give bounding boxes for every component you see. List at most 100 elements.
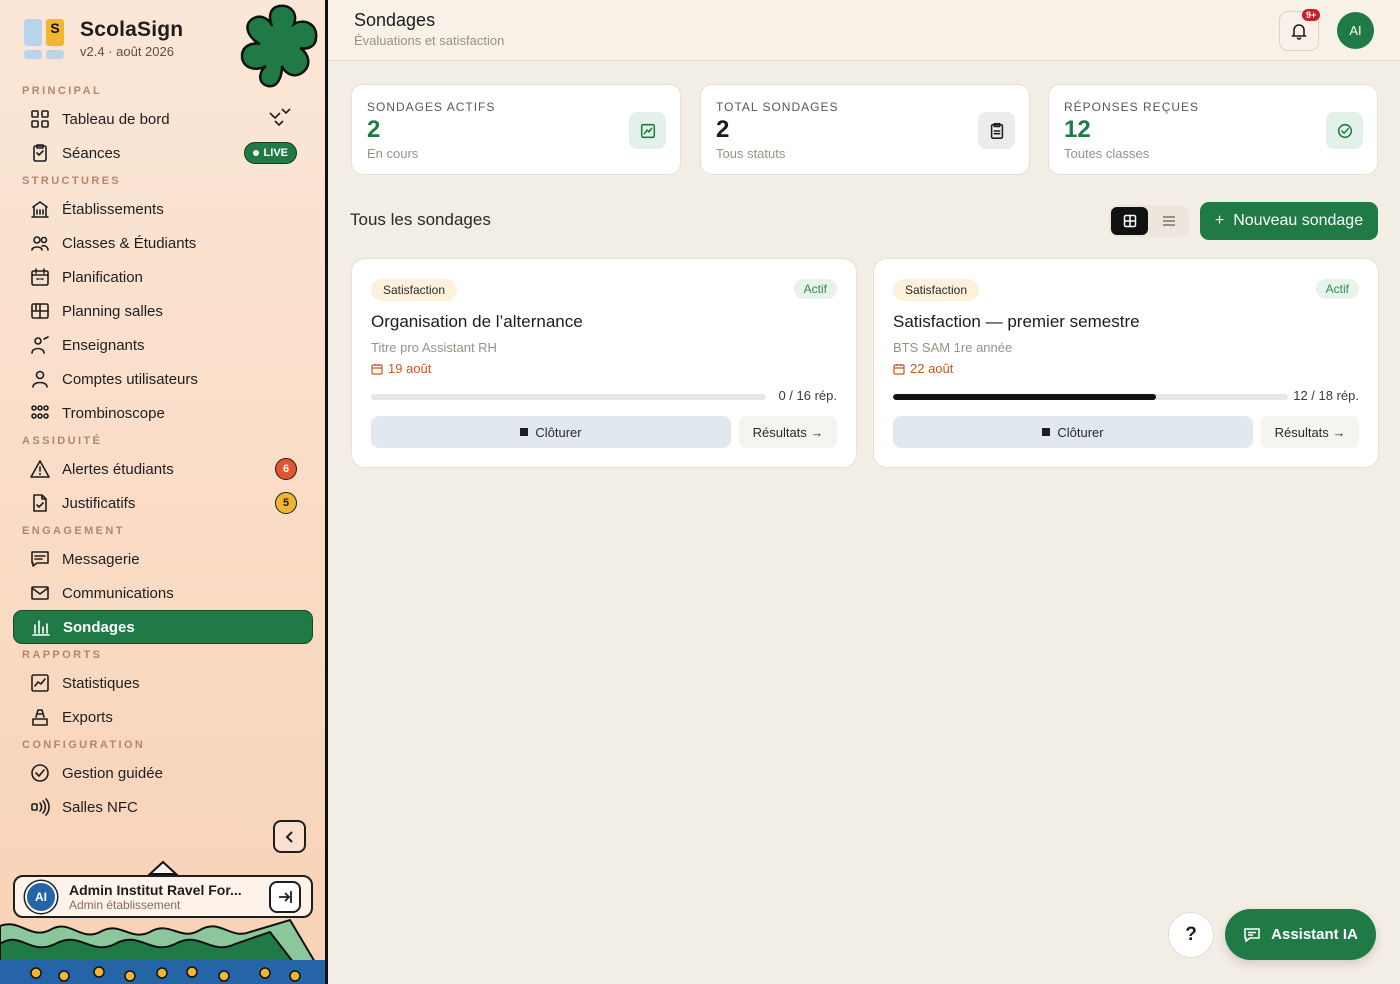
sidebar-item-user[interactable]: Comptes utilisateurs bbox=[13, 362, 313, 396]
sidebar-item-mail[interactable]: Communications bbox=[13, 576, 313, 610]
nav-section-heading: PRINCIPAL bbox=[22, 85, 103, 97]
status-badge: Actif bbox=[1315, 279, 1359, 299]
sidebar-item-label: Alertes étudiants bbox=[62, 460, 174, 478]
sidebar-item-label: Comptes utilisateurs bbox=[62, 370, 198, 388]
results-button[interactable]: Résultats → bbox=[739, 416, 837, 448]
dashboard-icon bbox=[30, 109, 50, 129]
logo-mark-icon: S bbox=[24, 18, 64, 59]
new-survey-label: Nouveau sondage bbox=[1233, 212, 1364, 229]
chart-icon bbox=[629, 112, 666, 149]
sidebar-item-export[interactable]: Exports bbox=[13, 700, 313, 734]
new-survey-button[interactable]: + Nouveau sondage bbox=[1200, 202, 1378, 240]
user-name: Admin Institut Ravel For... bbox=[69, 881, 242, 898]
live-badge: LIVE bbox=[243, 142, 297, 164]
logout-button[interactable] bbox=[269, 880, 301, 913]
surveys-section-title: Tous les sondages bbox=[350, 210, 491, 229]
calendar-icon bbox=[30, 267, 50, 287]
stat-title: TOTAL SONDAGES bbox=[716, 100, 839, 114]
sidebar-item-chart[interactable]: Statistiques bbox=[13, 666, 313, 700]
user-role: Admin établissement bbox=[69, 897, 181, 912]
sidebar-item-calendar[interactable]: Planification bbox=[13, 260, 313, 294]
teacher-icon bbox=[30, 335, 50, 355]
notification-badge: 9+ bbox=[1302, 9, 1321, 21]
sidebar-item-label: Tableau de bord bbox=[62, 110, 170, 128]
faces-icon bbox=[31, 405, 49, 419]
message-icon bbox=[30, 549, 50, 569]
survey-class: Titre pro Assistant RH bbox=[371, 340, 497, 355]
close-survey-button[interactable]: Clôturer bbox=[893, 416, 1253, 448]
response-count: 12 / 18 rép. bbox=[1293, 388, 1359, 403]
check-circle-icon bbox=[31, 764, 49, 782]
sidebar-item-label: Planning salles bbox=[62, 302, 163, 320]
sidebar-item-label: Justificatifs bbox=[62, 494, 136, 512]
close-survey-label: Clôturer bbox=[1057, 424, 1104, 440]
calendar-icon bbox=[31, 268, 49, 286]
sidebar: S ScolaSign v2.4 · août 2026 PRINCIPAL Ta… bbox=[0, 0, 328, 984]
building-icon bbox=[30, 199, 50, 219]
sidebar-item-faces[interactable]: Trombinoscope bbox=[13, 396, 313, 430]
header-avatar[interactable]: AI bbox=[1337, 12, 1374, 49]
export-icon bbox=[30, 707, 50, 727]
sidebar-item-label: Messagerie bbox=[62, 550, 140, 568]
brand-name: ScolaSign bbox=[80, 18, 184, 41]
list-view-button[interactable] bbox=[1150, 207, 1187, 235]
sidebar-item-dashboard[interactable]: Tableau de bord bbox=[13, 102, 313, 136]
file-check-icon bbox=[30, 493, 50, 513]
warning-icon bbox=[30, 459, 50, 479]
user-card[interactable]: AI Admin Institut Ravel For... Admin éta… bbox=[13, 875, 313, 918]
status-badge: Actif bbox=[793, 279, 837, 299]
survey-card[interactable]: Satisfaction Actif Satisfaction — premier … bbox=[873, 258, 1379, 468]
chart-icon bbox=[30, 673, 50, 693]
close-survey-label: Clôturer bbox=[535, 424, 582, 440]
chevron-double-down-icon[interactable] bbox=[267, 108, 291, 129]
survey-class: BTS SAM 1re année bbox=[893, 340, 1013, 355]
stat-value: 2 bbox=[367, 116, 381, 143]
sidebar-item-grid[interactable]: Planning salles bbox=[13, 294, 313, 328]
stat-subtitle: Toutes classes bbox=[1064, 146, 1150, 161]
warning-icon bbox=[30, 460, 50, 478]
sidebar-item-message[interactable]: Messagerie bbox=[13, 542, 313, 576]
assistant-button[interactable]: Assistant IA bbox=[1225, 909, 1376, 960]
sidebar-item-check-circle[interactable]: Gestion guidée bbox=[13, 756, 313, 790]
grid-view-button[interactable] bbox=[1111, 207, 1148, 235]
users-icon bbox=[31, 236, 49, 251]
sidebar-item-users[interactable]: Classes & Étudiants bbox=[13, 226, 313, 260]
brand-logo[interactable]: S ScolaSign v2.4 · août 2026 bbox=[24, 18, 183, 59]
dashboard-icon bbox=[31, 110, 49, 128]
close-survey-button[interactable]: Clôturer bbox=[371, 416, 731, 448]
sidebar-item-nfc[interactable]: Salles NFC bbox=[13, 790, 313, 824]
collapse-sidebar-button[interactable] bbox=[273, 820, 306, 853]
sidebar-item-label: Enseignants bbox=[62, 336, 145, 354]
stat-subtitle: Tous statuts bbox=[716, 146, 786, 161]
stat-title: SONDAGES ACTIFS bbox=[367, 100, 496, 114]
sidebar-item-poll[interactable]: Sondages bbox=[13, 610, 313, 644]
building-icon bbox=[31, 201, 49, 218]
clipboard-icon bbox=[978, 112, 1015, 149]
grid-icon bbox=[31, 303, 49, 319]
chevron-left-icon bbox=[285, 830, 293, 843]
survey-title: Satisfaction — premier semestre bbox=[893, 312, 1140, 331]
progress-fill bbox=[893, 394, 1157, 400]
mail-icon bbox=[30, 583, 50, 603]
survey-date-label: 22 août bbox=[910, 361, 954, 376]
sidebar-item-file-check[interactable]: Justificatifs 5 bbox=[13, 486, 313, 520]
help-button[interactable]: ? bbox=[1168, 912, 1214, 958]
faces-icon bbox=[30, 403, 50, 423]
sidebar-item-teacher[interactable]: Enseignants bbox=[13, 328, 313, 362]
clipboard-icon bbox=[33, 144, 47, 162]
grid-icon bbox=[30, 301, 50, 321]
survey-date-label: 19 août bbox=[388, 361, 432, 376]
stat-card: SONDAGES ACTIFS 2 En cours bbox=[351, 84, 681, 175]
results-button[interactable]: Résultats → bbox=[1261, 416, 1359, 448]
category-tag: Satisfaction bbox=[371, 279, 458, 301]
sidebar-item-warning[interactable]: Alertes étudiants 6 bbox=[13, 452, 313, 486]
survey-card[interactable]: Satisfaction Actif Organisation de l’alter… bbox=[351, 258, 857, 468]
check-circle-icon bbox=[30, 763, 50, 783]
user-icon bbox=[30, 369, 50, 389]
check-circle-icon bbox=[1326, 112, 1363, 149]
teacher-icon bbox=[31, 336, 49, 354]
sidebar-item-building[interactable]: Établissements bbox=[13, 192, 313, 226]
sidebar-item-clipboard[interactable]: Séances LIVE bbox=[13, 136, 313, 170]
stat-title: RÉPONSES REÇUES bbox=[1064, 100, 1200, 114]
nav-section-heading: CONFIGURATION bbox=[22, 739, 146, 751]
